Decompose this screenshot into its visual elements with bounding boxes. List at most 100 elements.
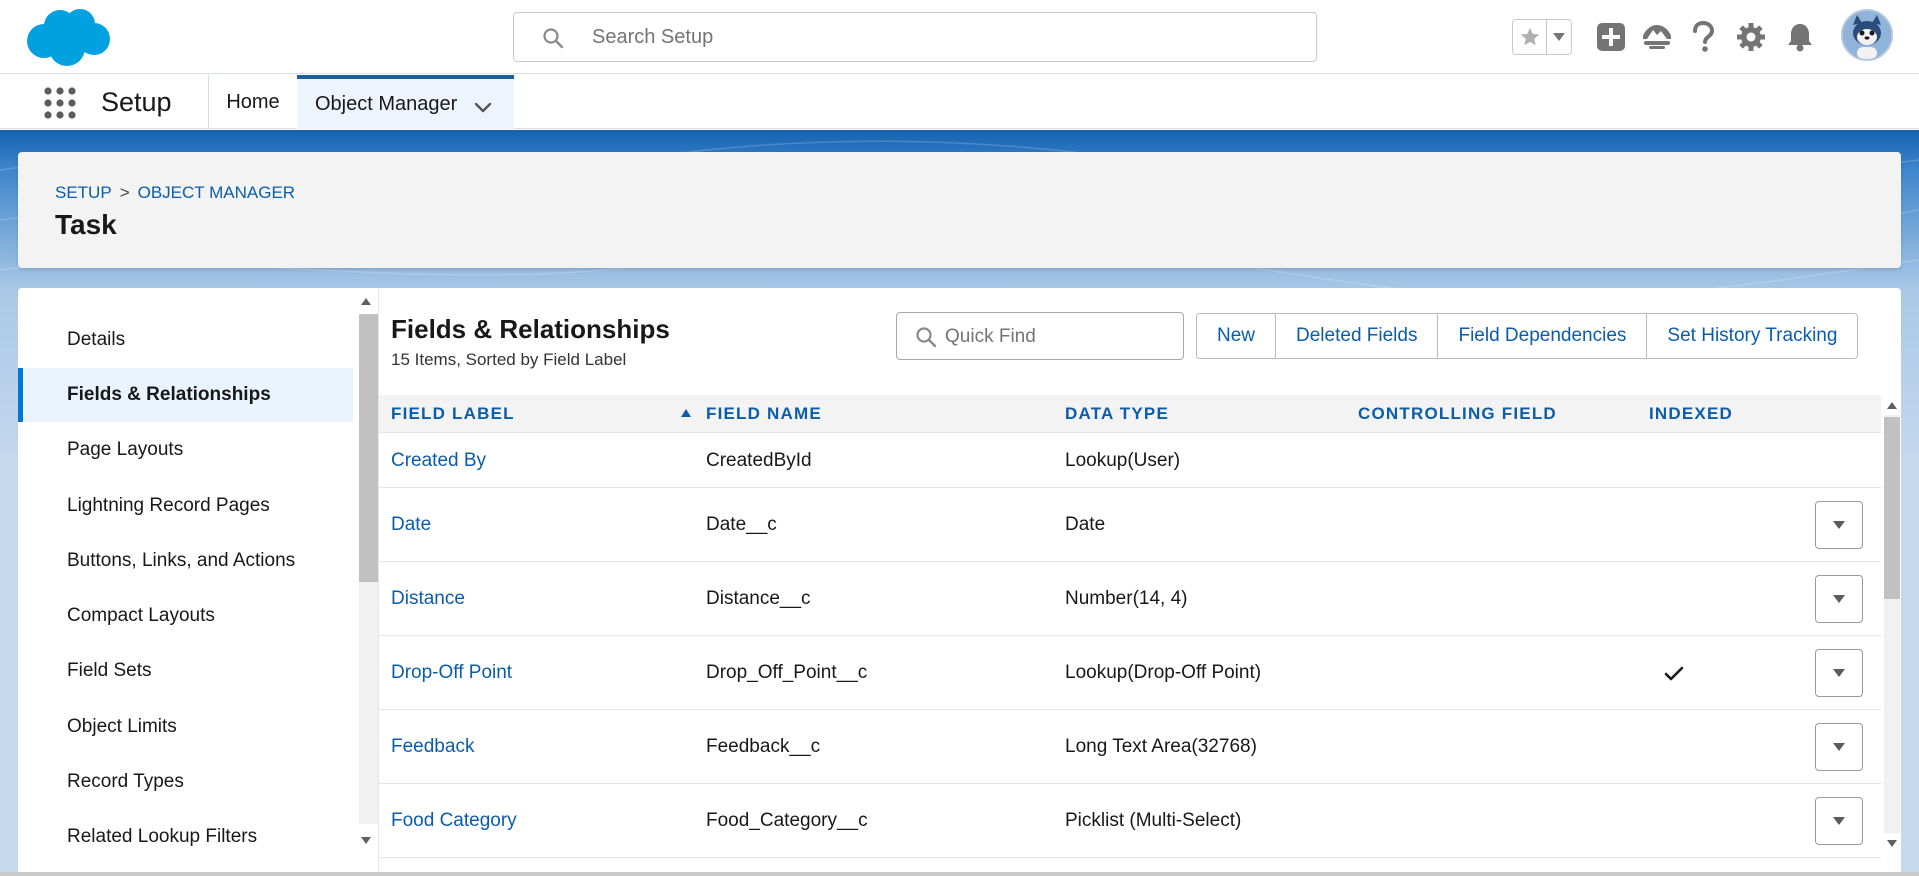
table-header: FIELD LABEL FIELD NAME DATA TYPE CONTROL… [379, 395, 1881, 433]
sort-ascending-icon[interactable] [680, 408, 692, 418]
table-row: Date Date__c Date [379, 489, 1881, 562]
chevron-down-icon[interactable] [473, 98, 493, 113]
row-actions-button[interactable] [1815, 575, 1863, 623]
table-row: Feedback Feedback__c Long Text Area(3276… [379, 711, 1881, 784]
breadcrumb-setup[interactable]: SETUP [55, 183, 112, 203]
table-row: Created By CreatedById Lookup(User) [379, 434, 1881, 488]
sidebar-item-label: Compact Layouts [67, 605, 215, 626]
trailhead-icon[interactable] [1640, 20, 1674, 54]
field-name-cell: Distance__c [706, 588, 811, 609]
tab-object-manager[interactable]: Object Manager [297, 75, 514, 129]
breadcrumb: SETUP > OBJECT MANAGER [55, 183, 295, 203]
scroll-thumb[interactable] [359, 314, 379, 582]
search-icon [915, 326, 937, 348]
setup-search[interactable] [513, 12, 1317, 62]
window-bottom-edge [0, 872, 1919, 876]
data-type-cell: Number(14, 4) [1065, 588, 1188, 609]
avatar[interactable] [1841, 9, 1893, 61]
field-label-link[interactable]: Distance [391, 563, 465, 635]
column-header-data-type[interactable]: DATA TYPE [1065, 395, 1169, 433]
field-label-link[interactable]: Feedback [391, 711, 474, 783]
scroll-down-arrow-icon[interactable] [1886, 839, 1898, 849]
field-label-link[interactable]: Created By [391, 434, 486, 487]
sidebar-item-label: Lightning Record Pages [67, 495, 270, 516]
sidebar-item-label: Related Lookup Filters [67, 826, 258, 847]
tab-object-manager-label: Object Manager [315, 92, 458, 115]
field-dependencies-button[interactable]: Field Dependencies [1438, 314, 1648, 358]
sidebar-item-fields-relationships[interactable]: Fields & Relationships [18, 368, 353, 422]
sidebar-item-label: Fields & Relationships [67, 384, 271, 405]
field-name-cell: CreatedById [706, 449, 812, 471]
star-icon[interactable] [1513, 20, 1548, 54]
data-type-cell: Lookup(User) [1065, 449, 1181, 471]
gear-icon[interactable] [1734, 20, 1768, 54]
checkmark-icon [1664, 666, 1684, 681]
row-actions-button[interactable] [1815, 723, 1863, 771]
sidebar-item-buttons-links-actions[interactable]: Buttons, Links, and Actions [18, 534, 353, 588]
app-name: Setup [101, 87, 172, 117]
table-row: Distance Distance__c Number(14, 4) [379, 563, 1881, 636]
table-row: Food Category Food_Category__c Picklist … [379, 785, 1881, 858]
sidebar-item-compact-layouts[interactable]: Compact Layouts [18, 589, 353, 643]
chevron-down-icon [1833, 521, 1845, 529]
sidebar-item-field-sets[interactable]: Field Sets [18, 644, 353, 698]
quick-find-input[interactable] [945, 323, 1165, 351]
sidebar-item-lightning-record-pages[interactable]: Lightning Record Pages [18, 479, 353, 533]
scroll-up-arrow-icon[interactable] [1886, 400, 1898, 410]
chevron-down-icon [1833, 595, 1845, 603]
tab-home-label: Home [226, 90, 280, 113]
sidebar-item-object-limits[interactable]: Object Limits [18, 700, 353, 754]
scroll-thumb[interactable] [1884, 417, 1900, 599]
data-type-cell: Picklist (Multi-Select) [1065, 810, 1242, 831]
field-label-link[interactable]: Drop-Off Point [391, 637, 512, 709]
sidebar-item-label: Details [67, 329, 126, 350]
column-header-controlling-field[interactable]: CONTROLLING FIELD [1358, 395, 1557, 433]
row-actions-button[interactable] [1815, 797, 1863, 845]
sidebar-item-label: Buttons, Links, and Actions [67, 550, 296, 571]
tab-home[interactable]: Home [209, 75, 297, 129]
app-launcher-icon[interactable] [42, 85, 78, 121]
sidebar-item-details[interactable]: Details [18, 313, 353, 367]
row-actions-button[interactable] [1815, 501, 1863, 549]
help-icon[interactable] [1686, 20, 1720, 54]
fields-relationships-panel: Fields & Relationships 15 Items, Sorted … [379, 288, 1901, 876]
favorites-control [1512, 19, 1572, 55]
data-type-cell: Long Text Area(32768) [1065, 736, 1257, 757]
sidebar-item-related-lookup-filters[interactable]: Related Lookup Filters [18, 810, 353, 864]
breadcrumb-object-manager[interactable]: OBJECT MANAGER [138, 183, 295, 203]
column-header-field-name[interactable]: FIELD NAME [706, 395, 822, 433]
new-button[interactable]: New [1197, 314, 1277, 358]
field-label-link[interactable]: Food Category [391, 785, 517, 857]
add-icon[interactable] [1594, 20, 1628, 54]
chevron-down-icon [1833, 817, 1845, 825]
sidebar-item-record-types[interactable]: Record Types [18, 755, 353, 809]
deleted-fields-button[interactable]: Deleted Fields [1276, 314, 1439, 358]
chevron-down-icon[interactable] [1547, 20, 1571, 54]
scroll-down-arrow-icon[interactable] [360, 836, 372, 846]
field-name-cell: Drop_Off_Point__c [706, 662, 868, 683]
breadcrumb-separator: > [119, 183, 130, 202]
salesforce-logo[interactable] [22, 6, 112, 68]
bell-icon[interactable] [1783, 20, 1817, 54]
main-card: Details Fields & Relationships Page Layo… [18, 288, 1901, 876]
sidebar-item-page-layouts[interactable]: Page Layouts [18, 423, 353, 477]
search-input[interactable] [592, 22, 1292, 52]
page-title: Task [55, 209, 117, 240]
object-header-card: SETUP > OBJECT MANAGER Task [18, 152, 1901, 268]
data-type-cell: Date [1065, 514, 1106, 535]
row-actions-button[interactable] [1815, 649, 1863, 697]
global-header [0, 0, 1919, 74]
action-button-group: New Deleted Fields Field Dependencies Se… [1196, 313, 1859, 359]
scroll-up-arrow-icon[interactable] [360, 296, 372, 306]
data-type-cell: Lookup(Drop-Off Point) [1065, 662, 1262, 683]
quick-find[interactable] [896, 312, 1184, 360]
field-label-link[interactable]: Date [391, 489, 431, 561]
section-title: Fields & Relationships [391, 314, 670, 344]
set-history-tracking-button[interactable]: Set History Tracking [1647, 314, 1858, 358]
field-name-cell: Food_Category__c [706, 810, 868, 831]
table-scrollbar[interactable] [1881, 395, 1901, 855]
sidebar-scrollbar[interactable] [353, 288, 379, 852]
column-header-indexed[interactable]: INDEXED [1649, 395, 1733, 433]
column-header-field-label[interactable]: FIELD LABEL [391, 395, 515, 433]
table-row: Drop-Off Point Drop_Off_Point__c Lookup(… [379, 637, 1881, 710]
